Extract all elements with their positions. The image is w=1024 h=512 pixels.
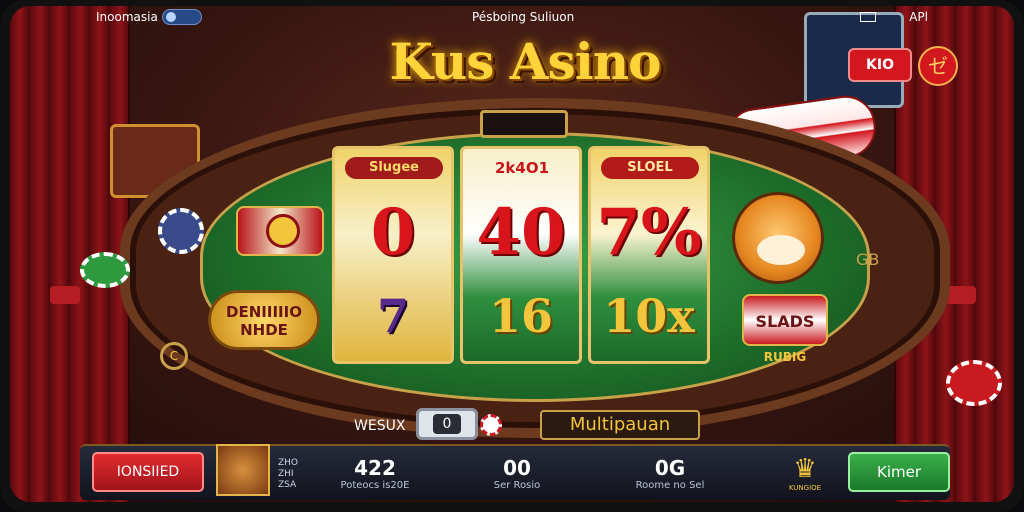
reel-label: Slugee	[345, 157, 443, 179]
avatar-info-line: ZSA	[278, 480, 297, 490]
reel-2[interactable]: 2k4O1 40 16	[460, 146, 582, 364]
stat-value: 00	[503, 456, 531, 480]
side-label: GB	[856, 250, 880, 269]
status-right-label: APl	[909, 10, 928, 24]
stat-label: Ser Rosio	[493, 480, 541, 491]
slot-reels[interactable]: Slugee 0 7 2k4O1 40 16 SLOEL 7% 10x	[332, 146, 722, 366]
demo-badge-line1: DENIIIIIO	[226, 303, 302, 321]
bet-value: 0	[433, 414, 461, 434]
crown-label: KUNGIOE	[788, 484, 822, 492]
slads-caption: RUBIG	[763, 350, 807, 364]
crown-icon[interactable]: ♛	[788, 454, 822, 484]
hud-red-button[interactable]: KIO	[848, 48, 912, 82]
avatar-info: ZHO ZHI ZSA	[278, 458, 298, 491]
poker-chip-icon	[158, 208, 204, 254]
device-frame: Inoomasia Pésboing Suliuon APl Kus Asino…	[0, 0, 1024, 512]
reel-window-top	[480, 110, 568, 138]
stat-value: 422	[354, 456, 396, 480]
reel-symbol-top: 40	[476, 195, 566, 270]
stat-label: Roome no Sel	[635, 480, 705, 491]
status-toggle[interactable]	[162, 9, 202, 25]
bet-chip-icon[interactable]	[480, 414, 502, 436]
corner-ring-icon[interactable]: C	[160, 342, 188, 370]
game-title: Kus Asino	[389, 32, 662, 91]
reel-3[interactable]: SLOEL 7% 10x	[588, 146, 710, 364]
reel-symbol-top: 0	[370, 195, 416, 270]
reel-label: SLOEL	[601, 157, 699, 179]
poker-chip-icon	[946, 360, 1002, 406]
status-bar: Inoomasia Pésboing Suliuon APl	[10, 6, 1014, 30]
toggle-knob-icon	[166, 12, 176, 22]
stat-credits: 422 Poteocs is20E	[320, 456, 430, 491]
demo-badge-line2: NHDE	[240, 321, 288, 339]
poker-chip-icon	[80, 252, 130, 288]
slads-badge[interactable]: SLADS	[742, 294, 828, 346]
reel-label: 2k4O1	[494, 159, 550, 177]
avatar-info-line: ZHI	[278, 469, 294, 479]
reel-symbol-bottom: 10x	[603, 289, 695, 343]
coin-icon	[266, 214, 300, 248]
reel-symbol-top: 7%	[596, 195, 702, 270]
hud-circle-button[interactable]: ゼ	[918, 46, 958, 86]
avatar[interactable]	[216, 444, 270, 496]
right-action-button[interactable]: Kimer	[848, 452, 950, 492]
demo-mode-badge[interactable]: DENIIIIIO NHDE	[208, 290, 320, 350]
stat-label: Poteocs is20E	[340, 480, 410, 491]
bet-stepper[interactable]: 0	[416, 408, 478, 440]
avatar-info-line: ZHO	[278, 458, 299, 468]
left-action-button[interactable]: IONSIIED	[92, 452, 204, 492]
stat-value: 0G	[654, 456, 686, 480]
tiger-mascot-icon	[732, 192, 824, 284]
stat-win: 0G Roome no Sel	[620, 456, 720, 491]
status-left-label: Inoomasia	[96, 10, 158, 24]
multiplier-display: Multipauan	[540, 410, 700, 440]
ball-badge[interactable]	[236, 206, 324, 256]
status-center-label: Pésboing Suliuon	[472, 10, 575, 24]
reel-symbol-bottom: 16	[488, 289, 553, 343]
curtain-tie	[946, 286, 976, 304]
game-screen: Inoomasia Pésboing Suliuon APl Kus Asino…	[10, 6, 1014, 502]
bet-label: WESUX	[354, 418, 406, 434]
reel-symbol-bottom: 7	[376, 289, 409, 343]
battery-icon	[860, 12, 876, 22]
reel-1[interactable]: Slugee 0 7	[332, 146, 454, 364]
curtain-tie	[50, 286, 80, 304]
stat-bet: 00 Ser Rosio	[472, 456, 562, 491]
